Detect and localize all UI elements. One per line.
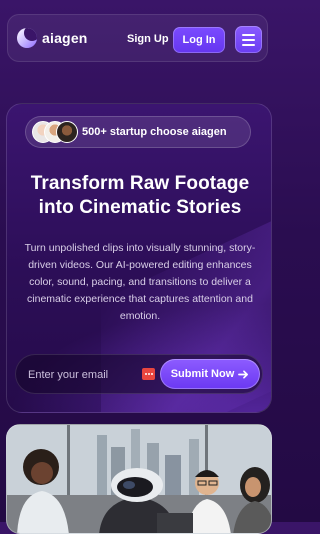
brand-logo[interactable]: aiagen (17, 28, 88, 48)
password-manager-icon[interactable] (142, 368, 155, 380)
navbar: aiagen Sign Up Log In (7, 14, 268, 62)
brand-name: aiagen (42, 30, 88, 46)
hamburger-menu-icon[interactable] (235, 26, 262, 53)
avatar (56, 121, 78, 143)
arrow-right-icon (238, 369, 249, 379)
sign-up-link[interactable]: Sign Up (127, 33, 169, 45)
hero-card: 500+ startup choose aiagen Transform Raw… (6, 103, 272, 413)
hero-headline: Transform Raw Footage into Cinematic Sto… (17, 172, 263, 220)
submit-now-button[interactable]: Submit Now (160, 359, 260, 389)
logo-icon (17, 28, 37, 48)
log-in-button[interactable]: Log In (173, 27, 225, 53)
hero-image (6, 424, 272, 534)
headline-line: Transform Raw Footage (30, 173, 250, 194)
submit-label: Submit Now (170, 368, 235, 380)
avatar-group (32, 121, 78, 145)
menu-line (242, 38, 255, 41)
headline-line: into Cinematic Stories (38, 197, 242, 218)
hero-description: Turn unpolished clips into visually stun… (24, 242, 256, 322)
email-signup-form: Submit Now (15, 354, 263, 394)
email-input[interactable] (26, 364, 140, 386)
social-proof-badge: 500+ startup choose aiagen (25, 116, 251, 148)
office-vr-illustration (7, 425, 271, 533)
social-proof-text: 500+ startup choose aiagen (82, 126, 227, 138)
menu-line (242, 43, 255, 46)
menu-line (242, 33, 255, 36)
